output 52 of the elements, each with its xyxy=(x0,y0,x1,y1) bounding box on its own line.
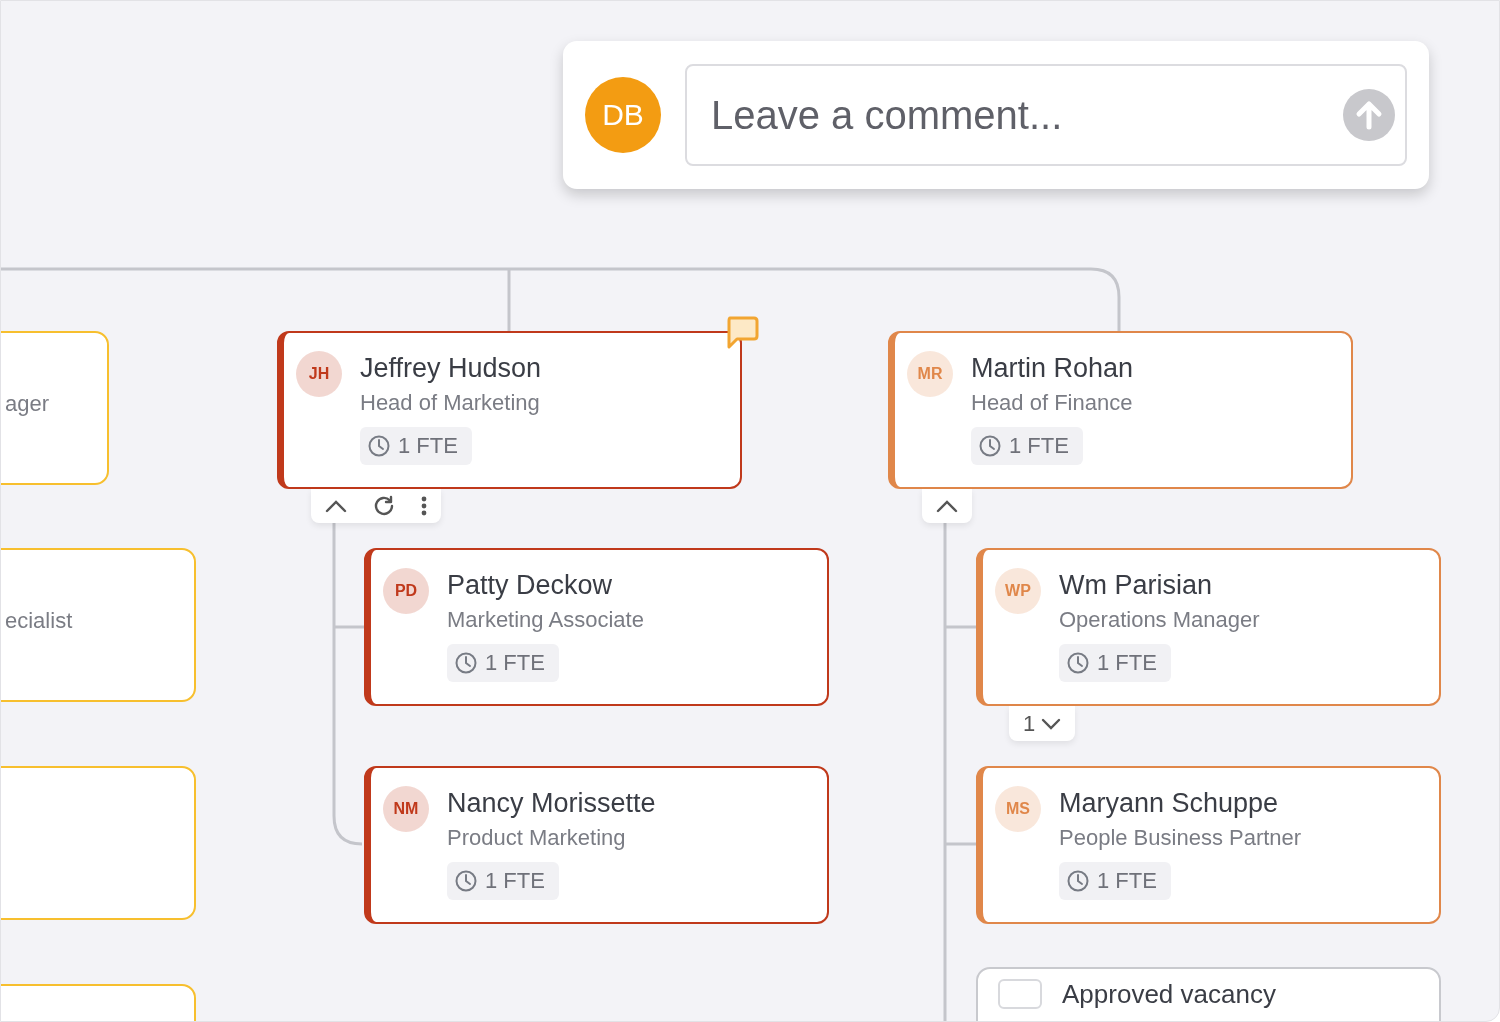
fte-badge: 1 FTE xyxy=(360,427,472,465)
person-card[interactable]: ecialist xyxy=(1,548,196,702)
fte-badge: 1 FTE xyxy=(447,862,559,900)
role-text: Head of Marketing xyxy=(360,389,540,417)
role-text: Head of Finance xyxy=(971,389,1133,417)
fte-badge: 1 FTE xyxy=(1059,862,1171,900)
initials-avatar: NM xyxy=(383,786,429,832)
person-card[interactable]: WP Wm Parisian Operations Manager 1 FTE xyxy=(976,548,1441,706)
collapse-button[interactable] xyxy=(936,499,958,513)
person-name: Martin Rohan xyxy=(971,352,1134,385)
chevron-down-icon xyxy=(1041,717,1062,730)
person-name: Wm Parisian xyxy=(1059,569,1213,602)
user-avatar: DB xyxy=(585,77,661,153)
person-card[interactable]: PD Patty Deckow Marketing Associate 1 FTE xyxy=(364,548,829,706)
fte-badge: 1 FTE xyxy=(447,644,559,682)
initials-avatar: MS xyxy=(995,786,1041,832)
clock-icon xyxy=(1067,652,1089,674)
person-card[interactable]: MR Martin Rohan Head of Finance 1 FTE xyxy=(888,331,1353,489)
clock-icon xyxy=(455,870,477,892)
person-card[interactable]: JH Jeffrey Hudson Head of Marketing 1 FTE xyxy=(277,331,742,489)
role-text: Marketing Associate xyxy=(447,606,644,634)
initials-avatar: WP xyxy=(995,568,1041,614)
role-text: ecialist xyxy=(5,608,73,634)
person-name: Jeffrey Hudson xyxy=(360,352,542,385)
comment-icon[interactable] xyxy=(725,316,759,349)
person-card[interactable]: ager xyxy=(1,331,109,485)
role-text: Product Marketing xyxy=(447,824,626,852)
fte-badge: 1 FTE xyxy=(971,427,1083,465)
person-card[interactable]: MS Maryann Schuppe People Business Partner 1 FTE xyxy=(976,766,1441,924)
fte-badge: 1 FTE xyxy=(1059,644,1171,682)
collapse-button[interactable] xyxy=(325,499,347,513)
initials-avatar: MR xyxy=(907,351,953,397)
initials-avatar: JH xyxy=(296,351,342,397)
vacancy-icon xyxy=(998,979,1042,1009)
vacancy-card[interactable]: Approved vacancy xyxy=(976,967,1441,1021)
clock-icon xyxy=(1067,870,1089,892)
refresh-button[interactable] xyxy=(373,495,395,517)
clock-icon xyxy=(979,435,1001,457)
role-text: ager xyxy=(5,391,50,417)
person-name: Maryann Schuppe xyxy=(1059,787,1279,820)
person-card[interactable]: NM Nancy Morissette Product Marketing 1 FTE xyxy=(364,766,829,924)
role-text: Operations Manager xyxy=(1059,606,1260,634)
more-button[interactable] xyxy=(421,496,427,516)
person-name: Nancy Morissette xyxy=(447,787,656,820)
vacancy-title: Approved vacancy xyxy=(1062,979,1276,1009)
initials-avatar: PD xyxy=(383,568,429,614)
clock-icon xyxy=(368,435,390,457)
person-name: Patty Deckow xyxy=(447,569,613,602)
expand-button[interactable]: 1 xyxy=(1009,706,1076,741)
role-text: People Business Partner xyxy=(1059,824,1302,852)
clock-icon xyxy=(455,652,477,674)
comment-field[interactable]: Leave a comment... xyxy=(685,64,1407,166)
